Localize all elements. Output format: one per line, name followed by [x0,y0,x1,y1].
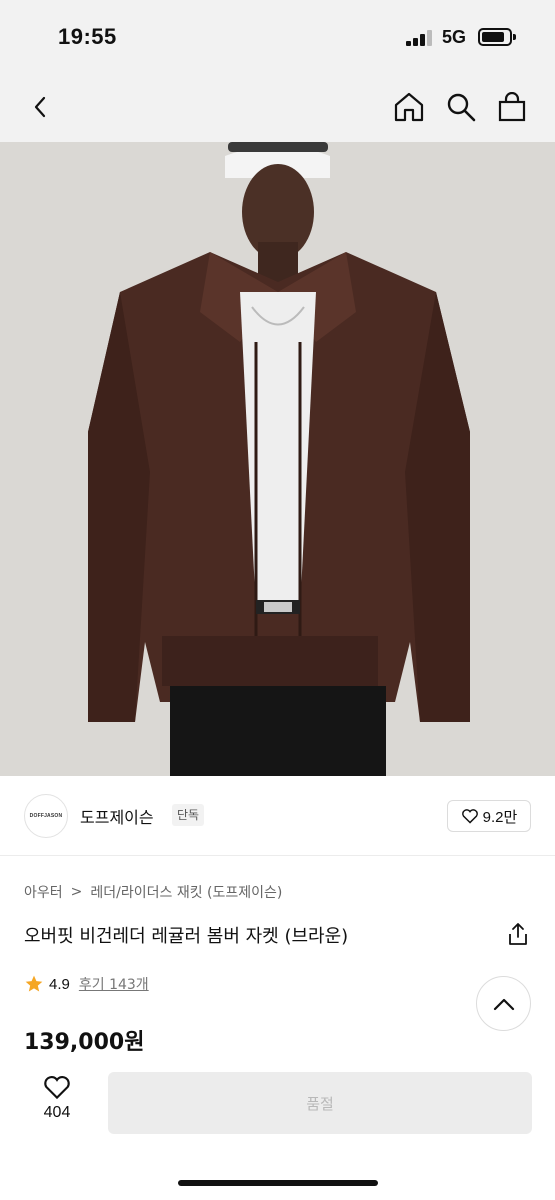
product-price: 139,000원 [24,1030,145,1055]
battery-icon [478,28,516,46]
home-indicator [178,1180,378,1186]
share-icon [509,923,527,945]
brand-like-count: 9.2만 [482,808,518,826]
sold-out-button[interactable]: 품절 [108,1072,532,1134]
cart-button[interactable] [493,88,531,126]
breadcrumb: 아우터 > 레더/라이더스 재킷 (도프제이슨) [24,882,282,902]
signal-icon [406,30,434,46]
brand-row: DOFFJASON 도프제이슨 단독 9.2만 [0,776,555,856]
shopping-bag-icon [498,92,526,122]
top-nav [0,72,555,142]
status-time: 19:55 [58,24,117,49]
breadcrumb-separator: > [70,884,83,900]
breadcrumb-item-outer[interactable]: 아우터 [24,882,63,902]
back-button[interactable] [22,88,60,126]
chevron-left-icon [34,96,46,118]
home-button[interactable] [390,88,428,126]
breadcrumb-item-category[interactable]: 레더/라이더스 재킷 (도프제이슨) [90,882,282,902]
product-image[interactable] [0,142,555,776]
brand-logo[interactable]: DOFFJASON [24,794,68,838]
search-icon [447,93,476,122]
chevron-up-icon [493,998,514,1010]
brand-like-button[interactable]: 9.2만 [447,800,531,832]
search-button[interactable] [442,88,480,126]
wishlist-count: 404 [43,1104,71,1121]
brand-name[interactable]: 도프제이슨 [80,804,154,828]
scroll-to-top-button[interactable] [476,976,531,1031]
heart-outline-icon [461,809,478,824]
heart-outline-icon [44,1076,70,1100]
rating-value: 4.9 [49,975,70,993]
star-icon [25,975,43,992]
rating-row: 4.9 후기 143개 [24,974,149,994]
wishlist-button[interactable]: 404 [30,1074,84,1134]
home-icon [394,92,424,122]
share-button[interactable] [504,920,532,948]
exclusive-badge: 단독 [172,804,205,826]
status-bar: 19:55 5G [0,0,555,72]
product-title: 오버핏 비건레더 레귤러 봄버 자켓 (브라운) [24,926,349,947]
network-label: 5G [442,27,467,47]
review-count-link[interactable]: 후기 143개 [79,974,149,994]
